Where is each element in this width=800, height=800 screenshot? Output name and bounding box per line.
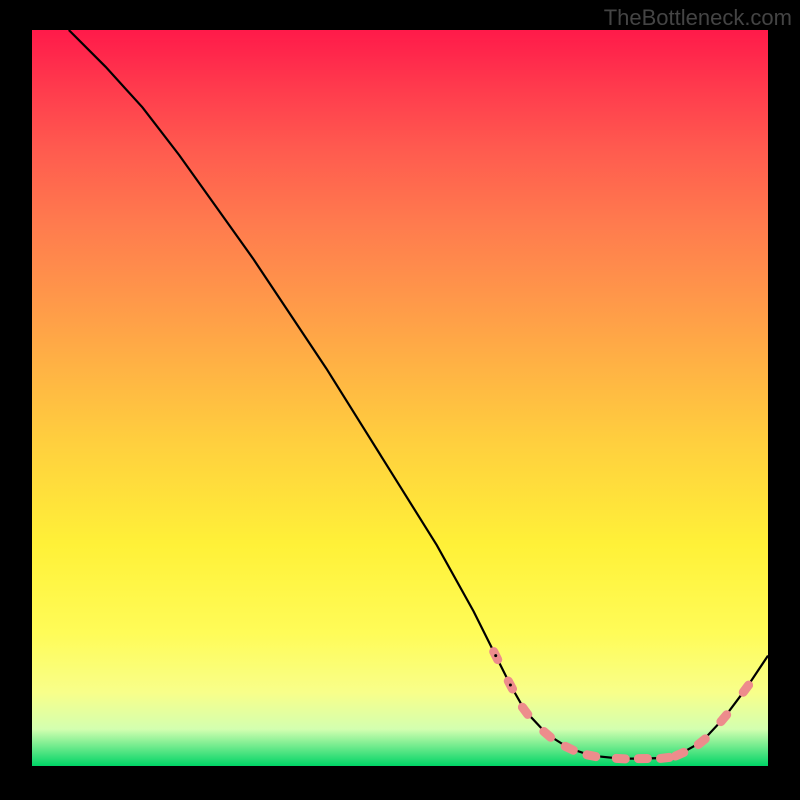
marker-pill (612, 754, 630, 764)
marker-dot (494, 654, 497, 657)
marker-pill (634, 754, 652, 763)
curve-line (69, 30, 768, 759)
chart-container: TheBottleneck.com (0, 0, 800, 800)
marker-series (488, 646, 755, 764)
marker-dot (509, 684, 512, 687)
plot-area (32, 30, 768, 766)
marker-pill (582, 750, 601, 762)
line-series (69, 30, 768, 759)
chart-svg (32, 30, 768, 766)
watermark-text: TheBottleneck.com (604, 5, 792, 31)
